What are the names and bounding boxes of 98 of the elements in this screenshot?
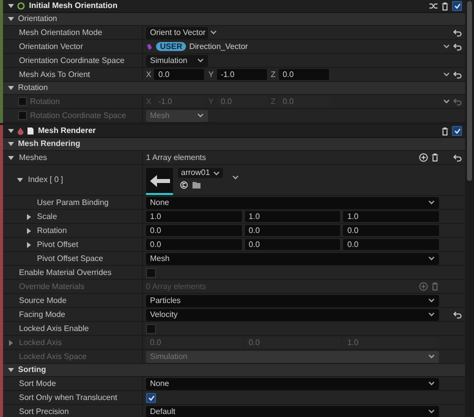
collapse-arrow-icon[interactable] xyxy=(8,128,14,134)
mesh-thumbnail[interactable] xyxy=(146,168,173,195)
module-title: Mesh Renderer xyxy=(38,125,97,137)
collapse-arrow-icon[interactable] xyxy=(8,85,14,91)
number-field[interactable]: 0.0 xyxy=(146,239,242,250)
dropdown[interactable]: Mesh xyxy=(146,252,439,264)
module-title: Initial Mesh Orientation xyxy=(29,0,118,12)
checkbox[interactable] xyxy=(452,126,462,136)
check-icon xyxy=(454,128,460,134)
property-label: User Param Binding xyxy=(37,196,109,208)
parameter-name: Direction_Vector xyxy=(189,40,248,52)
shuffle-icon[interactable] xyxy=(429,2,438,10)
category-title: Orientation xyxy=(18,13,58,25)
axis-label: X xyxy=(146,68,152,80)
number-field[interactable]: 0.0 xyxy=(146,225,242,236)
property-label: Meshes xyxy=(19,152,48,164)
axis-label: Y xyxy=(208,68,214,80)
property-label: Pivot Offset Space xyxy=(37,252,104,264)
user-badge: USER xyxy=(156,42,186,51)
number-field[interactable]: 0.0 xyxy=(278,69,329,80)
chevron-down-icon xyxy=(197,113,204,118)
property-label: Orientation Vector xyxy=(19,40,84,52)
chevron-down-icon xyxy=(428,409,435,414)
chevron-down-icon xyxy=(197,58,204,63)
link-pin-icon xyxy=(146,42,153,50)
number-field[interactable]: 1.0 xyxy=(343,211,440,222)
dropdown[interactable]: None xyxy=(146,196,439,208)
property-label: Scale xyxy=(37,210,58,222)
asset-dropdown[interactable]: arrow01 xyxy=(178,168,223,178)
number-field[interactable]: 0.0 xyxy=(244,225,340,236)
property-label: Mesh Orientation Mode xyxy=(19,26,102,38)
property-label: Orientation Coordinate Space xyxy=(19,54,124,66)
scrollbar-thumb[interactable] xyxy=(467,1,472,181)
property-label: Rotation xyxy=(37,224,67,236)
property-label: Pivot Offset xyxy=(37,238,78,250)
number-field[interactable]: 0.0 xyxy=(244,239,340,250)
collapse-arrow-icon[interactable] xyxy=(8,141,14,147)
collapse-arrow-icon[interactable] xyxy=(8,154,14,160)
property-label: Enable Material Overrides xyxy=(19,266,112,278)
category-title: Sorting xyxy=(18,364,46,376)
folder-icon[interactable] xyxy=(192,181,201,189)
dropdown[interactable]: Particles xyxy=(146,294,439,306)
expand-arrow-icon[interactable] xyxy=(26,214,32,220)
property-label: Sort Mode xyxy=(19,378,56,390)
collapse-arrow-icon[interactable] xyxy=(8,16,14,22)
array-count: 1 Array elements xyxy=(146,152,208,164)
browse-asset-icon[interactable] xyxy=(180,181,188,189)
number-field[interactable]: 1.0 xyxy=(146,211,242,222)
check-icon xyxy=(454,3,460,9)
chevron-down-icon xyxy=(210,30,217,35)
property-label: Sort Precision xyxy=(19,406,69,417)
checkbox[interactable] xyxy=(146,392,156,402)
chevron-down-icon[interactable] xyxy=(443,44,450,49)
chevron-down-icon xyxy=(428,354,435,359)
chevron-down-icon[interactable] xyxy=(443,72,450,77)
property-label: Rotation xyxy=(30,96,60,108)
chevron-down-icon xyxy=(212,170,220,176)
property-label: Facing Mode xyxy=(19,308,66,320)
collapse-arrow-icon[interactable] xyxy=(8,367,14,373)
dropdown[interactable]: None xyxy=(146,378,439,390)
circle-icon xyxy=(17,2,25,10)
check-icon xyxy=(148,394,154,400)
checkbox[interactable] xyxy=(146,324,156,334)
drop-icon xyxy=(17,127,24,135)
property-label: Locked Axis xyxy=(19,336,62,348)
number-field[interactable]: 1.0 xyxy=(244,211,340,222)
axis-label: Z xyxy=(270,68,276,80)
chevron-down-icon xyxy=(428,200,435,205)
expand-arrow-icon[interactable] xyxy=(26,242,32,248)
chevron-down-icon xyxy=(428,381,435,386)
chevron-down-icon[interactable] xyxy=(232,175,239,180)
number-field[interactable]: 0.0 xyxy=(343,225,440,236)
category-title: Mesh Rendering xyxy=(18,138,80,150)
checkbox[interactable] xyxy=(146,268,156,278)
checkbox[interactable] xyxy=(452,1,462,11)
dropdown[interactable]: Default xyxy=(146,406,439,417)
chevron-down-icon xyxy=(428,298,435,303)
property-label: Index [ 0 ] xyxy=(28,174,64,186)
number-field[interactable]: 0.0 xyxy=(343,239,440,250)
chevron-down-icon xyxy=(428,312,435,317)
property-label: Sort Only when Translucent xyxy=(19,392,118,404)
property-label: Locked Axis Enable xyxy=(19,322,89,334)
number-field[interactable]: -1.0 xyxy=(216,69,267,80)
dropdown[interactable]: Velocity xyxy=(146,308,439,320)
property-label: Locked Axis Space xyxy=(19,350,87,362)
chevron-down-icon xyxy=(428,256,435,261)
property-label: Source Mode xyxy=(19,294,67,306)
collapse-arrow-icon[interactable] xyxy=(8,3,14,9)
number-field[interactable]: 0.0 xyxy=(154,69,204,80)
property-label: Mesh Axis To Orient xyxy=(19,68,90,80)
expand-arrow-icon[interactable] xyxy=(26,228,32,234)
arrow-mesh-icon xyxy=(148,174,170,188)
collapse-arrow-icon[interactable] xyxy=(17,177,23,183)
category-title: Rotation xyxy=(18,82,48,94)
page-icon xyxy=(27,127,34,135)
dropdown[interactable]: Simulation xyxy=(146,54,208,66)
property-label: Rotation Coordinate Space xyxy=(30,110,126,122)
property-label: Override Materials xyxy=(19,280,84,292)
